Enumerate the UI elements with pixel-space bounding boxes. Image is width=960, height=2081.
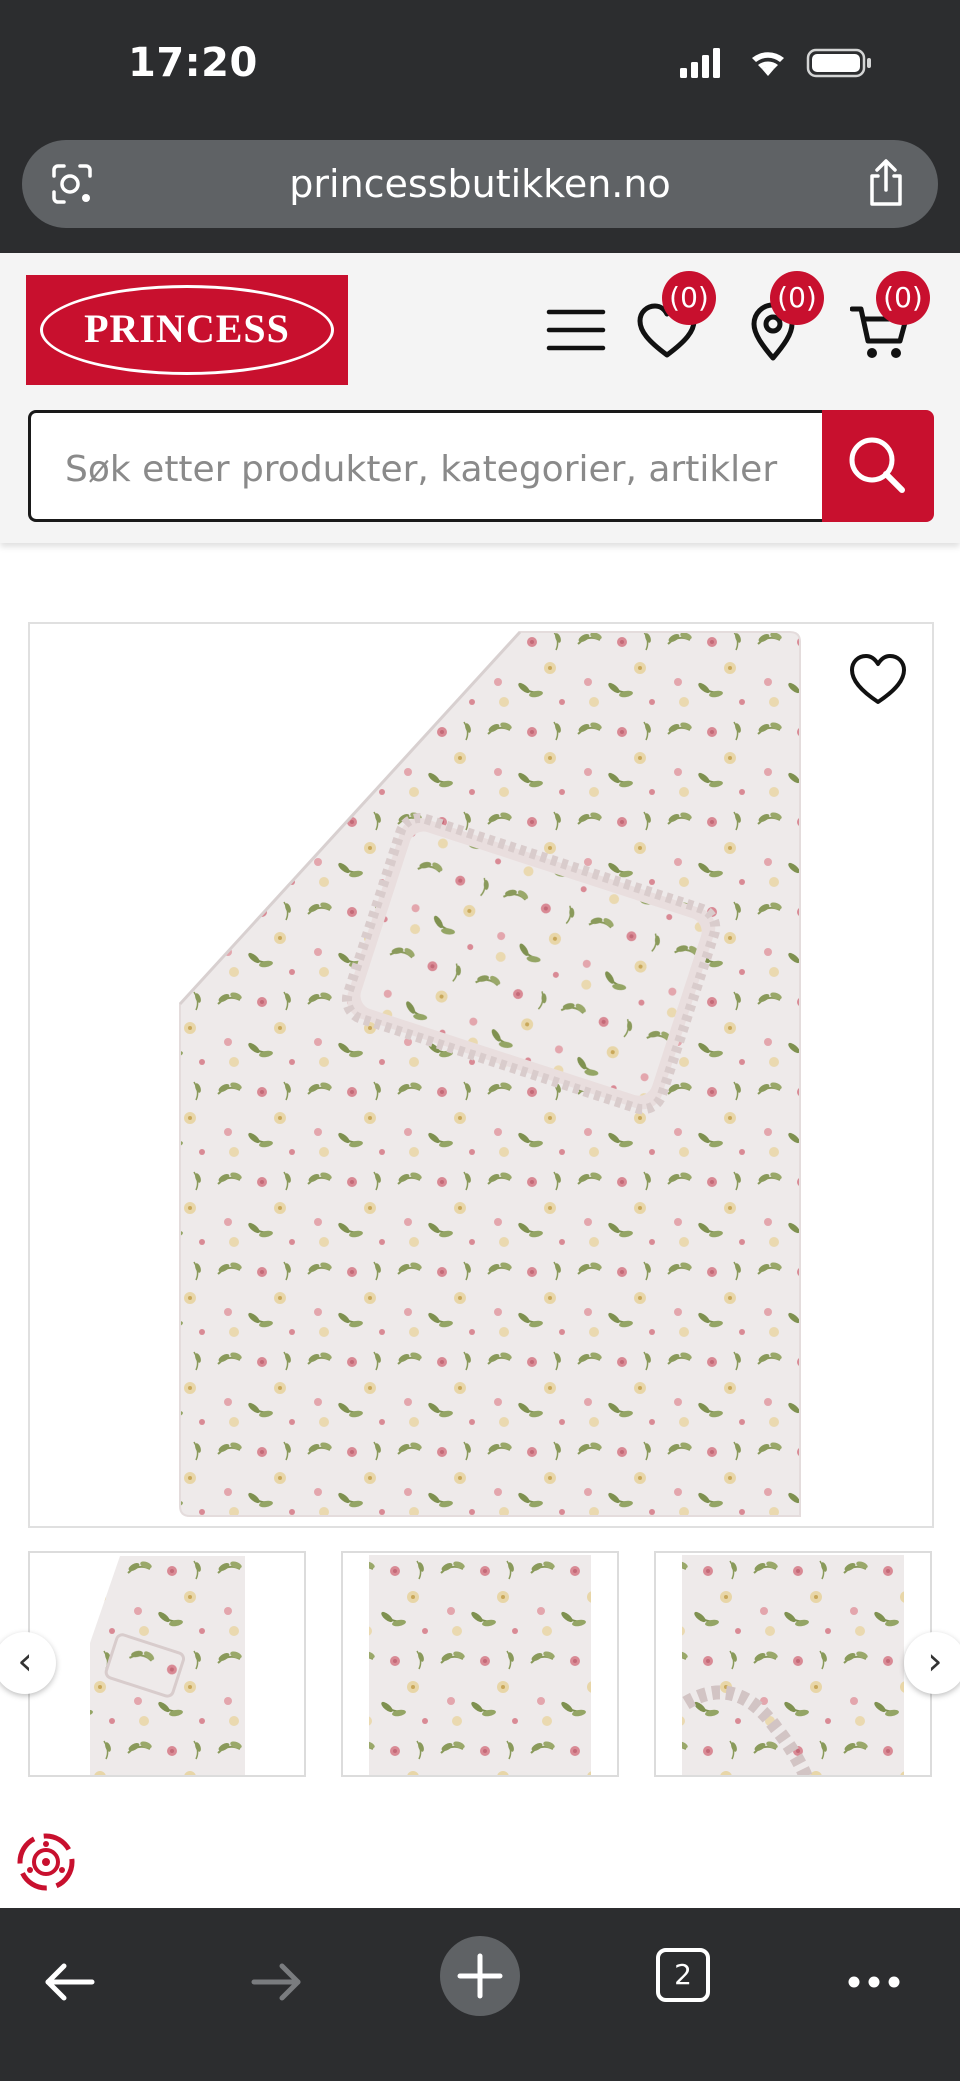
back-icon[interactable] — [40, 1952, 100, 2012]
more-icon[interactable] — [844, 1952, 904, 2012]
main-product-image[interactable] — [28, 622, 934, 1528]
store-count-badge: (0) — [770, 271, 824, 325]
favorite-heart-icon[interactable] — [848, 652, 908, 708]
search-button[interactable] — [822, 410, 934, 522]
search-bar: Søk etter produkter, kategorier, artikle… — [28, 410, 934, 522]
ruffle-pillow-closeup — [656, 1553, 930, 1775]
new-tab-button[interactable] — [440, 1936, 520, 2016]
browser-address-bar: princessbutikken.no — [0, 120, 960, 253]
cart-count-badge: (0) — [876, 271, 930, 325]
floral-duvet-set-image — [30, 624, 932, 1526]
thumbnail-1[interactable] — [28, 1551, 306, 1777]
url-text: princessbutikken.no — [289, 162, 671, 206]
wishlist-count-badge: (0) — [662, 271, 716, 325]
share-icon[interactable] — [864, 158, 908, 208]
chat-support-icon[interactable] — [14, 1830, 78, 1894]
tabs-icon[interactable]: 2 — [656, 1948, 710, 2002]
browser-toolbar: 2 — [0, 1908, 960, 2081]
site-header: PRINCESS (0) (0) (0) Søk etter produkter… — [0, 253, 960, 543]
logo-text: PRINCESS — [84, 306, 290, 351]
thumbnail-3[interactable] — [654, 1551, 932, 1777]
forward-icon[interactable] — [246, 1952, 306, 2012]
princess-logo[interactable]: PRINCESS — [26, 275, 348, 385]
status-icons — [680, 48, 871, 78]
signal-icon — [680, 48, 720, 78]
new-tab-icon — [457, 1953, 503, 1999]
battery-icon — [806, 48, 871, 78]
search-placeholder: Søk etter produkter, kategorier, artikle… — [65, 449, 778, 490]
url-field[interactable]: princessbutikken.no — [22, 140, 938, 228]
status-bar: 17:20 — [0, 0, 960, 135]
menu-icon[interactable] — [546, 307, 606, 353]
search-input[interactable]: Søk etter produkter, kategorier, artikle… — [28, 410, 824, 522]
search-icon — [849, 437, 905, 493]
gallery-next-arrow[interactable]: › — [904, 1632, 960, 1694]
status-time: 17:20 — [128, 40, 258, 86]
thumbnail-2[interactable] — [341, 1551, 619, 1777]
duvet-full-view — [30, 1553, 304, 1775]
fabric-pattern-closeup — [343, 1553, 617, 1775]
wifi-icon — [752, 52, 784, 76]
